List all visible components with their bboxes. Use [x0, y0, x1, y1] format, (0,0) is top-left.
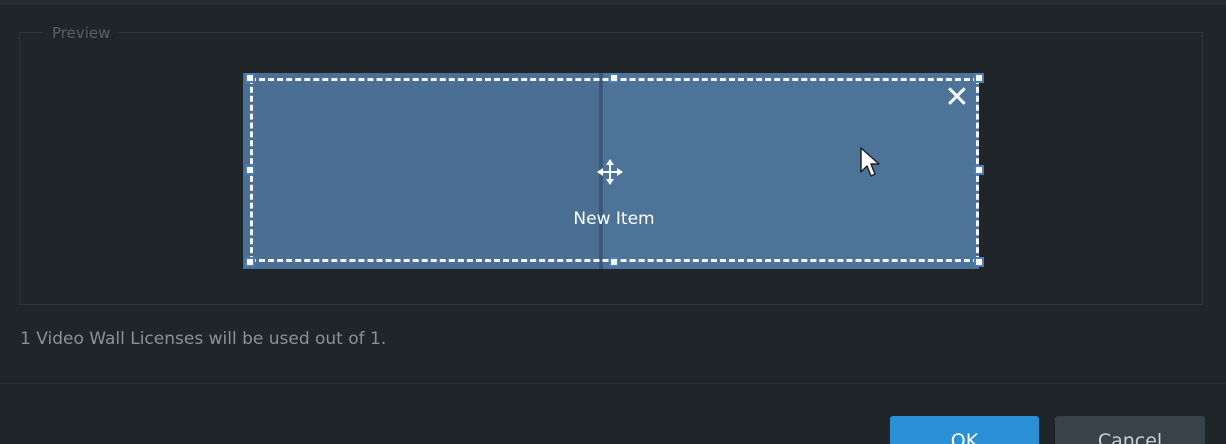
preview-group-title: Preview	[43, 23, 120, 43]
video-wall-dialog: Preview ✕ New Item 1 Video Wall Licenses…	[0, 0, 1226, 444]
preview-canvas[interactable]: ✕ New Item	[239, 66, 989, 276]
cancel-button[interactable]: Cancel	[1055, 416, 1205, 444]
resize-handle-bottom-right[interactable]	[974, 257, 984, 267]
ok-button[interactable]: OK	[890, 416, 1039, 444]
item-label: New Item	[573, 209, 655, 229]
close-icon[interactable]: ✕	[943, 83, 971, 113]
resize-handle-left[interactable]	[245, 165, 255, 175]
dialog-top-edge	[0, 0, 1226, 5]
footer-divider	[0, 383, 1226, 384]
license-info: 1 Video Wall Licenses will be used out o…	[20, 329, 387, 349]
resize-handle-right[interactable]	[974, 165, 984, 175]
cursor-icon	[860, 147, 880, 177]
resize-handle-bottom[interactable]	[609, 257, 619, 267]
resize-handle-bottom-left[interactable]	[245, 257, 255, 267]
move-icon[interactable]	[594, 156, 626, 188]
resize-handle-top-left[interactable]	[245, 73, 255, 83]
resize-handle-top-right[interactable]	[974, 73, 984, 83]
resize-handle-top[interactable]	[609, 73, 619, 83]
